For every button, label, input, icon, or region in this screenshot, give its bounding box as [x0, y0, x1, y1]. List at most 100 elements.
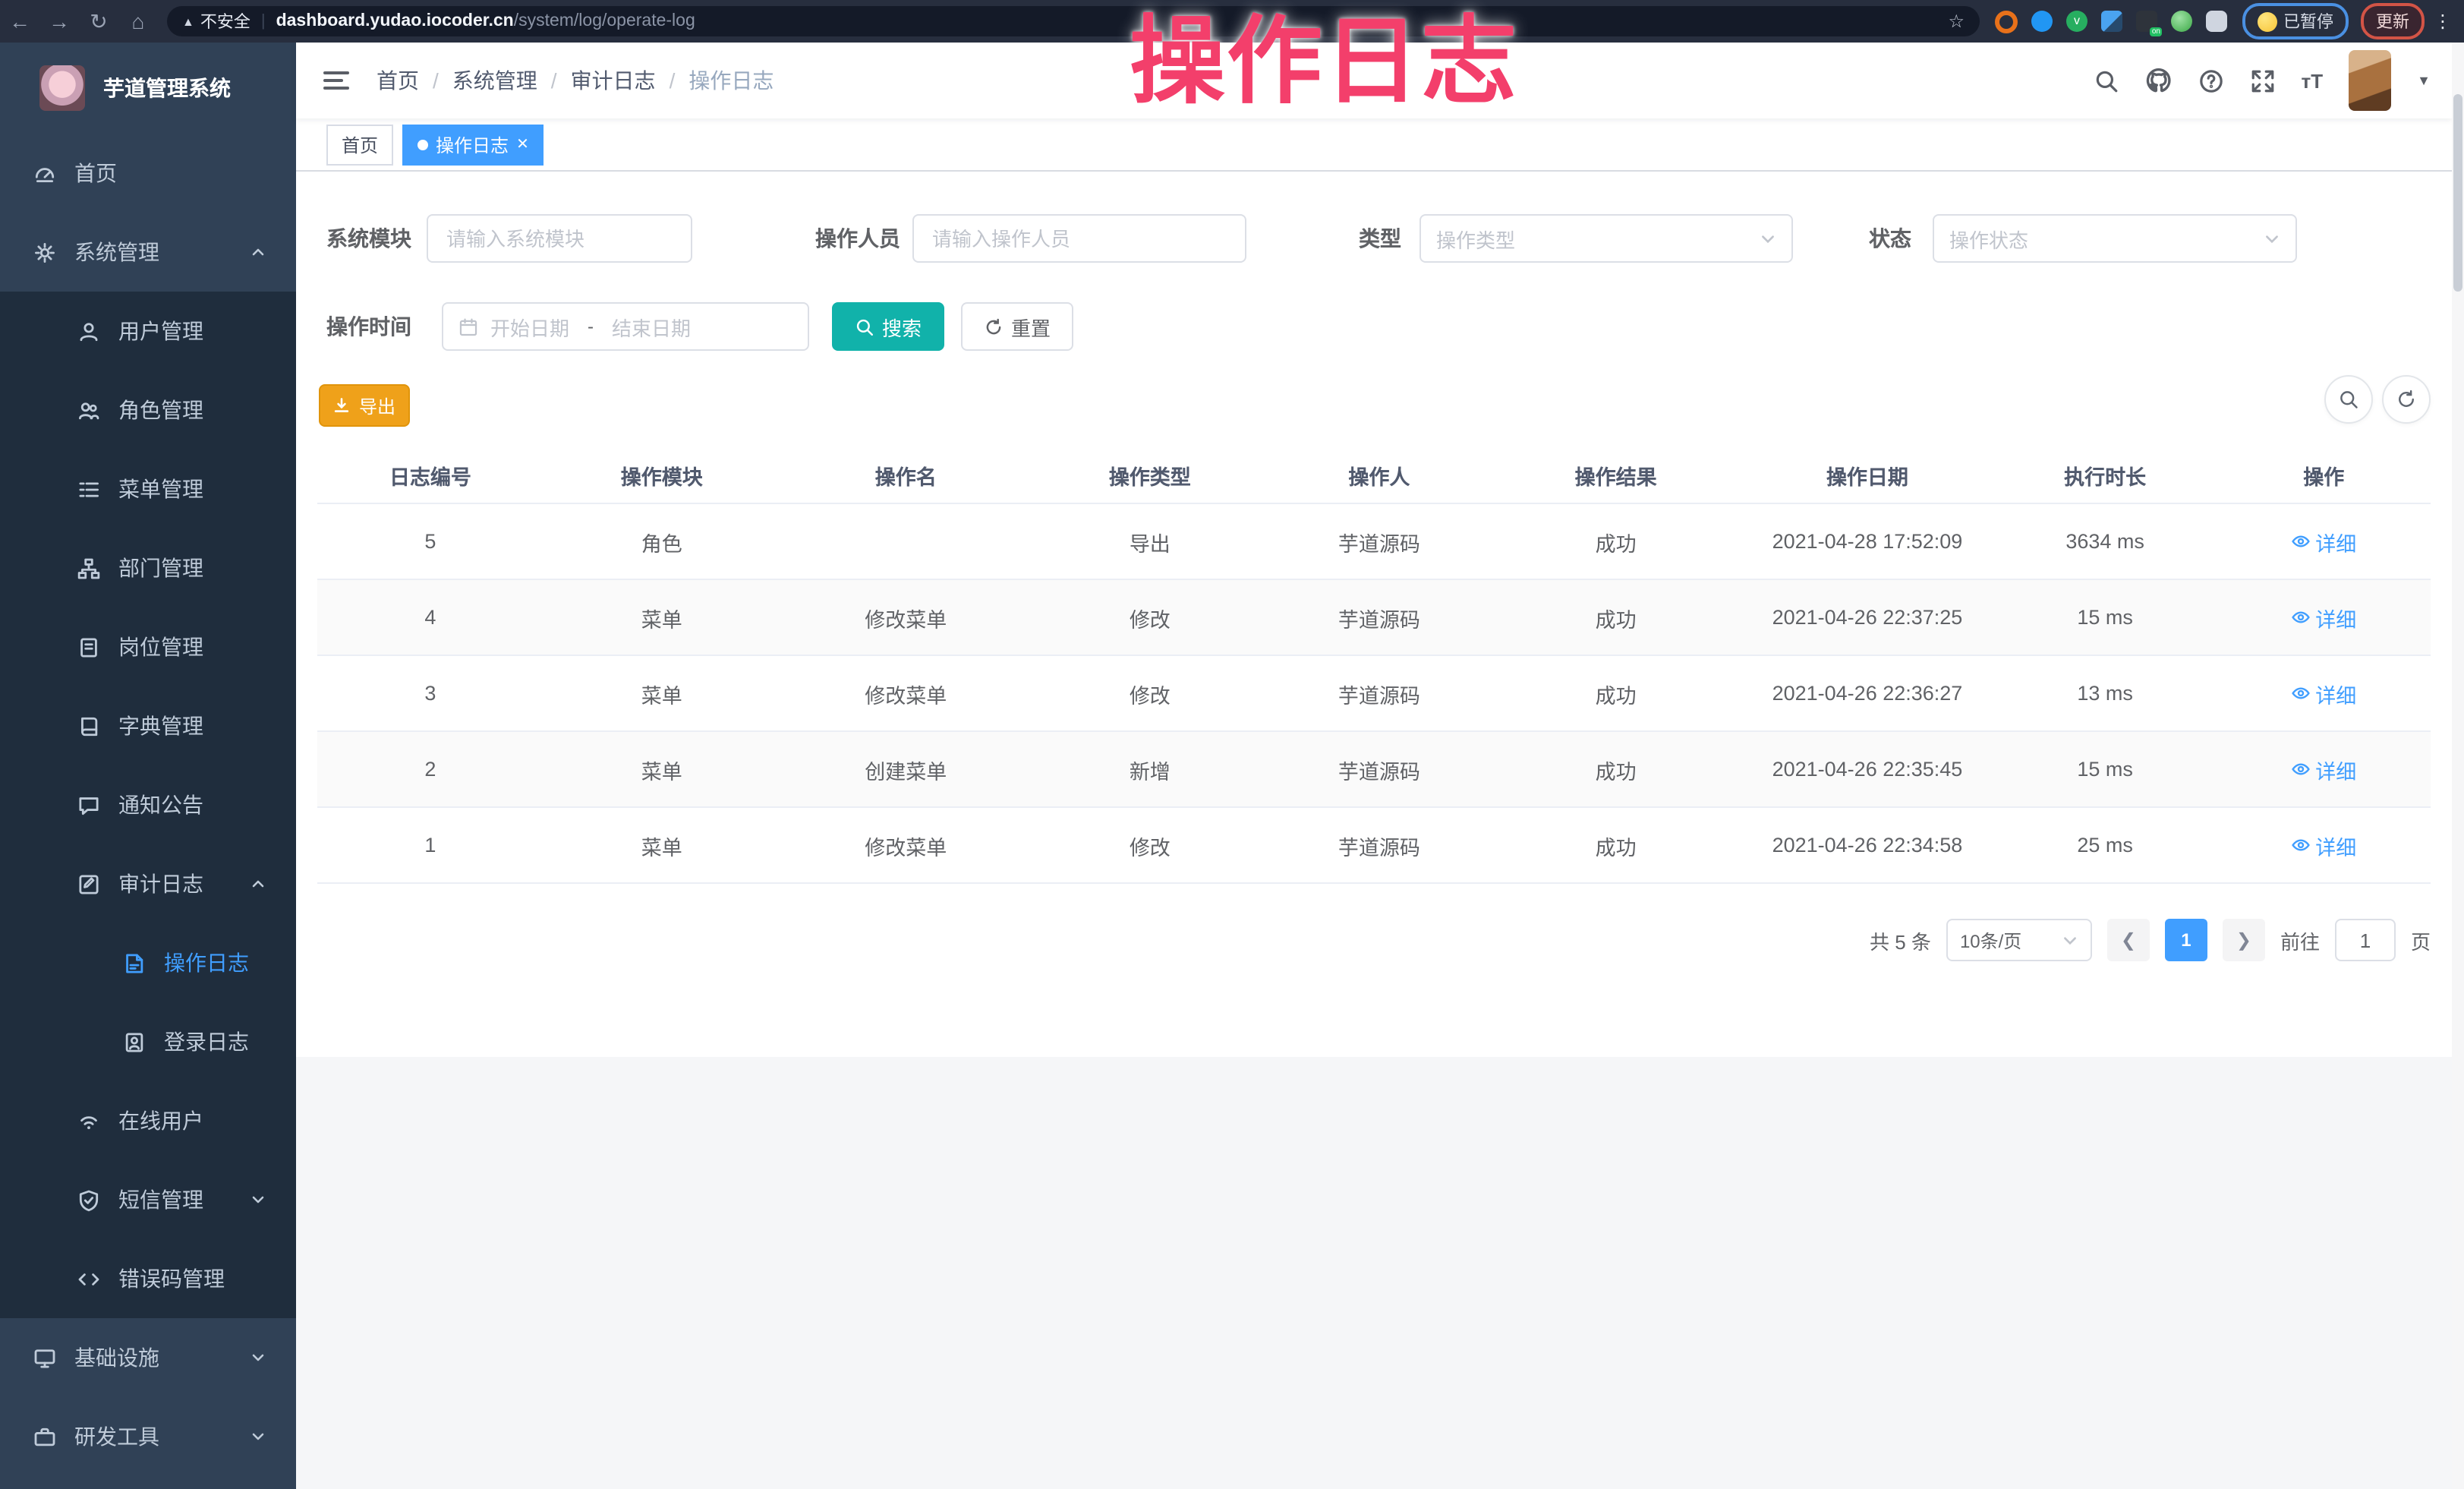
breadcrumb-system[interactable]: 系统管理 [452, 65, 537, 96]
sidebar-item-system-mgmt[interactable]: 系统管理 [0, 213, 296, 292]
sidebar-item-post-mgmt[interactable]: 岗位管理 [0, 607, 296, 686]
shield-icon [76, 1188, 100, 1212]
sidebar-item-role-mgmt[interactable]: 角色管理 [0, 371, 296, 450]
extension-icon-green[interactable] [2171, 11, 2192, 32]
address-bar[interactable]: ▲ 不安全 | dashboard.yudao.iocoder.cn /syst… [167, 6, 1980, 36]
github-icon[interactable] [2145, 67, 2173, 94]
sidebar-item-notice[interactable]: 通知公告 [0, 765, 296, 844]
close-icon[interactable]: ✕ [516, 136, 529, 153]
scrollbar-thumb[interactable] [2453, 94, 2462, 292]
monitor-icon [32, 1345, 56, 1370]
search-button-label: 搜索 [882, 312, 922, 341]
extension-icon-dark-on[interactable]: on [2136, 11, 2157, 32]
hamburger-icon[interactable] [323, 71, 349, 90]
toggle-search-button[interactable] [2324, 375, 2373, 424]
sidebar-item-dept-mgmt[interactable]: 部门管理 [0, 528, 296, 607]
search-button[interactable]: 搜索 [832, 302, 944, 351]
detail-link[interactable]: 详细 [2291, 678, 2356, 708]
tag-operate-log[interactable]: 操作日志 ✕ [402, 124, 544, 165]
extensions-puzzle-icon[interactable] [2206, 11, 2227, 32]
breadcrumb-audit[interactable]: 审计日志 [571, 65, 656, 96]
cell-operator: 芋道源码 [1268, 526, 1490, 557]
module-input-wrap [427, 214, 692, 263]
sidebar-item-label: 系统管理 [74, 237, 159, 267]
fullscreen-icon[interactable] [2250, 68, 2276, 93]
breadcrumb-separator: / [551, 68, 557, 93]
table-row: 1 菜单 修改菜单 修改 芋道源码 成功 2021-04-26 22:34:58… [317, 808, 2431, 884]
date-range-picker[interactable]: 开始日期 - 结束日期 [442, 302, 809, 351]
goto-label: 前往 [2280, 926, 2320, 954]
type-select[interactable]: 操作类型 [1419, 214, 1793, 263]
operator-input[interactable] [929, 226, 1230, 251]
profile-paused-chip[interactable]: 已暂停 [2242, 3, 2349, 39]
url-separator: | [261, 12, 266, 30]
sidebar-item-operate-log[interactable]: 操作日志 [0, 923, 296, 1002]
status-select[interactable]: 操作状态 [1933, 214, 2297, 263]
page-size-value: 10条/页 [1960, 927, 2021, 953]
sidebar-logo-row[interactable]: 芋道管理系统 [0, 43, 296, 134]
url-path: /system/log/operate-log [514, 12, 695, 30]
url-host: dashboard.yudao.iocoder.cn [276, 12, 514, 30]
tag-home[interactable]: 首页 [326, 124, 393, 165]
sidebar-item-menu-mgmt[interactable]: 菜单管理 [0, 450, 296, 528]
sidebar-item-dict-mgmt[interactable]: 字典管理 [0, 686, 296, 765]
sidebar-item-user-mgmt[interactable]: 用户管理 [0, 292, 296, 371]
avatar-caret-icon[interactable]: ▼ [2417, 73, 2431, 88]
sidebar-item-sms-mgmt[interactable]: 短信管理 [0, 1160, 296, 1239]
sidebar-item-label: 审计日志 [118, 869, 203, 899]
extension-icon-green-v[interactable]: v [2066, 11, 2087, 32]
cell-name: 创建菜单 [780, 754, 1032, 784]
breadcrumb-home[interactable]: 首页 [377, 65, 419, 96]
browser-menu-icon[interactable]: ⋮ [2434, 11, 2452, 32]
detail-link[interactable]: 详细 [2291, 526, 2356, 557]
reset-button[interactable]: 重置 [961, 302, 1073, 351]
user-avatar[interactable] [2349, 50, 2391, 111]
extension-icon-orange[interactable] [1995, 10, 2018, 33]
app-window: 芋道管理系统 首页 系统管理 用户管理 角色管理 [0, 43, 2464, 1489]
back-icon[interactable]: ← [0, 9, 39, 33]
prev-page-button[interactable]: ❮ [2107, 919, 2150, 961]
font-size-icon[interactable]: тT [2302, 69, 2324, 92]
cell-log-id: 1 [317, 834, 544, 856]
export-button[interactable]: 导出 [319, 384, 410, 427]
reload-icon[interactable]: ↻ [79, 8, 118, 34]
extension-icon-blue[interactable] [2101, 11, 2122, 32]
forward-icon[interactable]: → [39, 9, 79, 33]
search-icon[interactable] [2094, 68, 2119, 93]
home-icon[interactable]: ⌂ [118, 9, 158, 33]
goto-page-input[interactable] [2335, 919, 2396, 961]
breadcrumb: 首页 / 系统管理 / 审计日志 / 操作日志 [377, 65, 774, 96]
operator-input-wrap [912, 214, 1246, 263]
gear-icon [32, 240, 56, 264]
sidebar-item-login-log[interactable]: 登录日志 [0, 1002, 296, 1081]
module-input[interactable] [443, 226, 676, 251]
next-page-button[interactable]: ❯ [2223, 919, 2265, 961]
page-size-select[interactable]: 10条/页 [1946, 919, 2092, 961]
export-button-label: 导出 [359, 393, 395, 418]
sidebar-item-errcode-mgmt[interactable]: 错误码管理 [0, 1239, 296, 1318]
update-label: 更新 [2376, 9, 2409, 33]
sidebar-item-infrastructure[interactable]: 基础设施 [0, 1318, 296, 1397]
cell-module: 菜单 [544, 830, 780, 860]
scrollbar-track[interactable] [2452, 43, 2464, 1489]
detail-link[interactable]: 详细 [2291, 830, 2356, 860]
sidebar-item-dev-tools[interactable]: 研发工具 [0, 1397, 296, 1476]
detail-link[interactable]: 详细 [2291, 754, 2356, 784]
sidebar-item-online-users[interactable]: 在线用户 [0, 1081, 296, 1160]
login-log-icon [121, 1030, 146, 1054]
bookmark-star-icon[interactable]: ☆ [1948, 11, 1965, 32]
detail-link[interactable]: 详细 [2291, 602, 2356, 633]
column-header: 操作结果 [1490, 460, 1741, 491]
sidebar-item-home[interactable]: 首页 [0, 134, 296, 213]
page-number-button[interactable]: 1 [2165, 919, 2207, 961]
breadcrumb-separator: / [670, 68, 676, 93]
help-icon[interactable] [2198, 68, 2224, 93]
sidebar-item-audit-log[interactable]: 审计日志 [0, 844, 296, 923]
refresh-table-button[interactable] [2382, 375, 2431, 424]
extension-icon-pin[interactable] [2031, 11, 2053, 32]
on-badge: on [2150, 27, 2162, 36]
sidebar-item-label: 在线用户 [118, 1106, 203, 1136]
chrome-update-button[interactable]: 更新 [2361, 3, 2425, 39]
cell-operator: 芋道源码 [1268, 830, 1490, 860]
chevron-down-icon [2264, 230, 2280, 247]
